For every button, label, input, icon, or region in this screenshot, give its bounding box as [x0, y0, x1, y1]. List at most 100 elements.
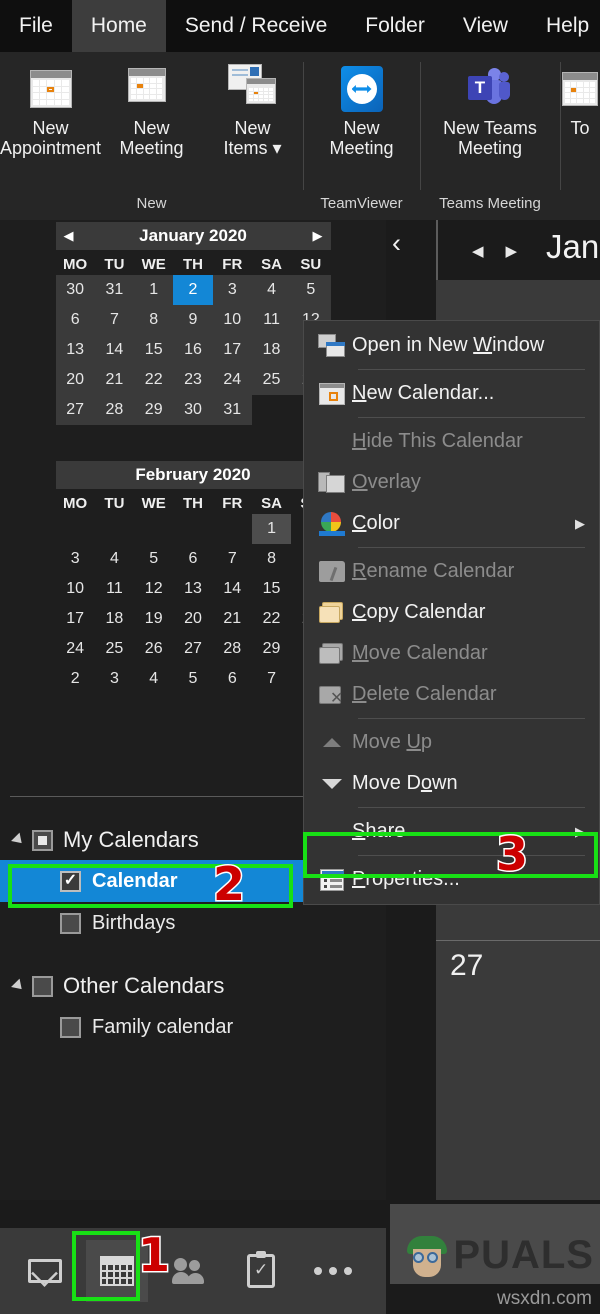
date-cell[interactable]: 24: [56, 634, 95, 664]
date-cell[interactable]: 3: [56, 544, 95, 574]
ribbon-tab-help[interactable]: Help: [527, 0, 600, 52]
ribbon-tab-send-receive[interactable]: Send / Receive: [166, 0, 346, 52]
date-cell[interactable]: 5: [173, 664, 212, 694]
date-cell[interactable]: 7: [95, 305, 134, 335]
date-cell[interactable]: 1: [134, 275, 173, 305]
calendar-checkbox[interactable]: [60, 1016, 81, 1038]
group-checkbox[interactable]: [32, 829, 53, 851]
menu-item-open-in-new-window[interactable]: Open in New Window: [304, 325, 599, 366]
date-cell[interactable]: 20: [173, 604, 212, 634]
menu-item-share[interactable]: Share ▶: [304, 811, 599, 852]
date-picker-prev-icon[interactable]: ◀: [64, 228, 74, 244]
date-cell[interactable]: 16: [173, 335, 212, 365]
nav-button-more[interactable]: [302, 1240, 364, 1302]
ribbon-tab-file[interactable]: File: [0, 0, 72, 52]
date-cell[interactable]: 25: [95, 634, 134, 664]
date-picker-title[interactable]: February 2020: [64, 465, 323, 485]
menu-item-copy-calendar[interactable]: Copy Calendar: [304, 592, 599, 633]
date-cell[interactable]: 31: [213, 395, 252, 425]
date-cell[interactable]: 10: [56, 574, 95, 604]
date-cell[interactable]: 4: [95, 544, 134, 574]
today-button[interactable]: To: [560, 52, 600, 212]
date-cell[interactable]: 20: [56, 365, 95, 395]
menu-item-color[interactable]: Color ▶: [304, 503, 599, 544]
expand-collapse-icon[interactable]: [11, 978, 26, 994]
date-cell[interactable]: 28: [213, 634, 252, 664]
date-cell[interactable]: 3: [213, 275, 252, 305]
date-cell[interactable]: 28: [95, 395, 134, 425]
nav-button-tasks[interactable]: [230, 1240, 292, 1302]
date-cell[interactable]: 15: [134, 335, 173, 365]
date-cell[interactable]: 29: [134, 395, 173, 425]
date-cell[interactable]: 3: [95, 664, 134, 694]
date-cell[interactable]: 7: [252, 664, 291, 694]
date-cell-hovered[interactable]: 1: [251, 514, 292, 544]
ribbon-tab-home[interactable]: Home: [71, 0, 166, 52]
date-cell[interactable]: 6: [56, 305, 95, 335]
date-cell[interactable]: 17: [56, 604, 95, 634]
prev-period-icon[interactable]: ◀: [472, 242, 484, 260]
date-cell[interactable]: 18: [252, 335, 291, 365]
calendar-day-cell[interactable]: 27: [436, 940, 600, 1160]
date-picker-grid[interactable]: 1 2 3 4 5 6 7 8 9 10 11 12 13 14 15 16 1…: [56, 514, 331, 694]
date-cell[interactable]: 5: [134, 544, 173, 574]
date-cell[interactable]: 9: [173, 305, 212, 335]
date-cell[interactable]: 6: [213, 664, 252, 694]
date-cell[interactable]: 24: [213, 365, 252, 395]
date-cell[interactable]: 22: [134, 365, 173, 395]
date-picker-title[interactable]: January 2020: [74, 226, 313, 246]
date-cell[interactable]: 15: [252, 574, 291, 604]
new-teams-meeting-button[interactable]: T New Teams Meeting: [420, 52, 560, 195]
date-picker-next-icon[interactable]: ▶: [313, 228, 323, 244]
next-period-icon[interactable]: ▶: [506, 242, 518, 260]
new-meeting-button[interactable]: New Meeting: [101, 52, 202, 195]
ribbon-tab-folder[interactable]: Folder: [346, 0, 444, 52]
date-cell[interactable]: 18: [95, 604, 134, 634]
date-cell-selected[interactable]: 2: [173, 275, 213, 305]
date-cell[interactable]: 21: [95, 365, 134, 395]
calendar-context-menu[interactable]: Open in New Window New Calendar... Hide …: [303, 320, 600, 905]
date-cell[interactable]: 26: [134, 634, 173, 664]
date-cell[interactable]: 13: [56, 335, 95, 365]
date-cell[interactable]: 22: [252, 604, 291, 634]
date-cell[interactable]: 12: [134, 574, 173, 604]
expand-collapse-icon[interactable]: [11, 832, 26, 848]
date-cell[interactable]: 8: [252, 544, 291, 574]
menu-item-new-calendar[interactable]: New Calendar...: [304, 373, 599, 414]
calendar-checkbox[interactable]: [60, 870, 81, 892]
ribbon-tab-view[interactable]: View: [444, 0, 527, 52]
menu-item-properties[interactable]: Properties...: [304, 859, 599, 900]
date-picker-grid[interactable]: 30 31 1 2 3 4 5 6 7 8 9 10 11 12 13 14 1…: [55, 275, 331, 425]
date-cell[interactable]: 27: [56, 395, 95, 425]
calendar-list-item-birthdays[interactable]: Birthdays: [0, 902, 386, 944]
date-cell[interactable]: 4: [134, 664, 173, 694]
menu-item-move-down[interactable]: Move Down: [304, 763, 599, 804]
collapse-pane-icon[interactable]: ‹: [392, 230, 401, 257]
date-cell[interactable]: 6: [173, 544, 212, 574]
date-cell[interactable]: 10: [213, 305, 252, 335]
calendar-list-item-family-calendar[interactable]: Family calendar: [0, 1006, 386, 1048]
date-cell[interactable]: 7: [213, 544, 252, 574]
date-cell[interactable]: 27: [173, 634, 212, 664]
group-checkbox[interactable]: [32, 975, 53, 997]
teamviewer-new-meeting-button[interactable]: New Meeting: [303, 52, 420, 195]
date-cell[interactable]: 30: [56, 275, 95, 305]
new-items-button[interactable]: New Items ▾: [202, 52, 303, 195]
new-appointment-button[interactable]: New Appointment: [0, 52, 101, 195]
date-cell[interactable]: 8: [134, 305, 173, 335]
nav-button-mail[interactable]: [14, 1240, 76, 1302]
date-cell[interactable]: 29: [252, 634, 291, 664]
date-cell[interactable]: 25: [252, 365, 291, 395]
date-cell[interactable]: 21: [213, 604, 252, 634]
date-cell[interactable]: 31: [95, 275, 134, 305]
date-cell[interactable]: 2: [56, 664, 95, 694]
date-cell[interactable]: 11: [95, 574, 134, 604]
date-cell[interactable]: 11: [252, 305, 291, 335]
calendar-group-other-calendars[interactable]: Other Calendars: [0, 966, 386, 1006]
date-cell[interactable]: 17: [213, 335, 252, 365]
calendar-checkbox[interactable]: [60, 912, 81, 934]
date-cell[interactable]: 23: [173, 365, 212, 395]
date-cell[interactable]: 30: [173, 395, 212, 425]
date-cell[interactable]: 13: [173, 574, 212, 604]
date-cell[interactable]: 14: [95, 335, 134, 365]
